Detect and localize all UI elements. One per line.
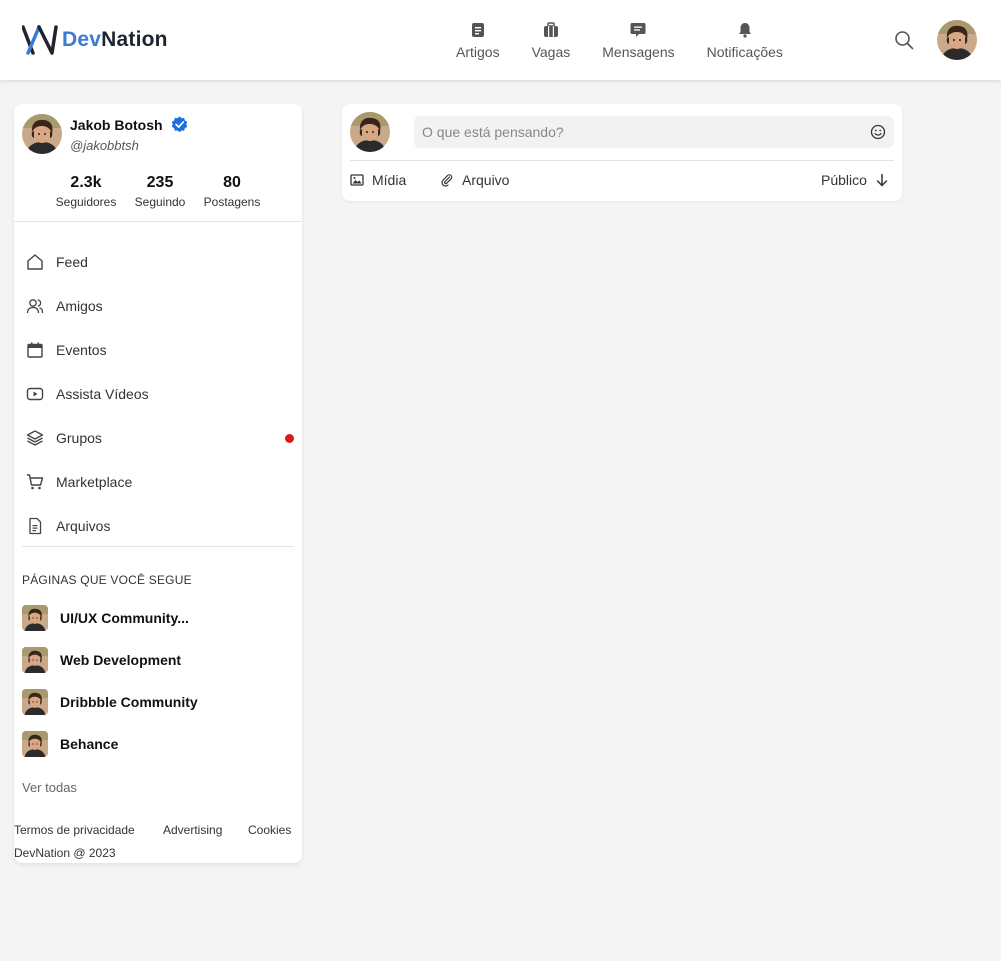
- footer-link-advertising[interactable]: Advertising: [163, 823, 222, 837]
- page-avatar: [22, 647, 48, 673]
- profile-avatar[interactable]: [22, 114, 62, 154]
- profile-name-text: Jakob Botosh: [70, 116, 163, 133]
- user-avatar[interactable]: [937, 20, 977, 60]
- logo-text: DevNation: [62, 28, 168, 52]
- stat-seguidores[interactable]: 2.3k Seguidores: [52, 174, 120, 209]
- page-avatar: [22, 605, 48, 631]
- page-label: Dribbble Community: [60, 694, 198, 710]
- visibility-label: Público: [821, 172, 867, 188]
- menu-label: Arquivos: [56, 518, 111, 534]
- calendar-icon: [26, 341, 44, 359]
- logo[interactable]: DevNation: [22, 24, 168, 56]
- nav-label: Mensagens: [602, 44, 675, 60]
- composer-avatar[interactable]: [350, 112, 390, 152]
- divider: [350, 160, 894, 161]
- menu-item-grupos[interactable]: Grupos: [14, 418, 302, 458]
- stat-postagens[interactable]: 80 Postagens: [200, 174, 264, 209]
- stat-label: Seguidores: [55, 195, 117, 209]
- menu-item-eventos[interactable]: Eventos: [14, 330, 302, 370]
- emoji-icon[interactable]: [870, 124, 886, 140]
- media-button[interactable]: Mídia: [350, 172, 406, 188]
- avatar-image: [22, 647, 48, 673]
- post-composer: Mídia Arquivo Público: [342, 104, 902, 201]
- avatar-image: [22, 605, 48, 631]
- avatar-image: [22, 731, 48, 757]
- media-label: Mídia: [372, 172, 407, 188]
- video-icon: [26, 385, 44, 403]
- menu-label: Eventos: [56, 342, 107, 358]
- logo-text-dev: Dev: [62, 28, 102, 51]
- menu-item-amigos[interactable]: Amigos: [14, 286, 302, 326]
- nav-item-notificacoes[interactable]: Notificações: [691, 22, 799, 60]
- left-sidebar: Jakob Botosh @jakobbtsh 2.3k Seguidores …: [14, 104, 302, 863]
- avatar-image: [350, 112, 390, 152]
- page-avatar: [22, 689, 48, 715]
- menu-label: Marketplace: [56, 474, 133, 490]
- stat-label: Seguindo: [134, 195, 186, 209]
- attach-label: Arquivo: [462, 172, 510, 188]
- top-header: DevNation Artigos Vagas Mensagens Notifi…: [0, 0, 1001, 80]
- menu-item-marketplace[interactable]: Marketplace: [14, 462, 302, 502]
- stat-value: 2.3k: [70, 174, 102, 191]
- divider: [14, 221, 302, 222]
- nav-label: Artigos: [456, 44, 500, 60]
- stat-label: Postagens: [203, 195, 261, 209]
- nav-item-vagas[interactable]: Vagas: [516, 22, 587, 60]
- visibility-select[interactable]: Público: [821, 172, 889, 188]
- menu-item-feed[interactable]: Feed: [14, 242, 302, 282]
- verified-badge-icon: [171, 116, 187, 133]
- footer-link-privacy[interactable]: Termos de privacidade: [14, 823, 135, 837]
- page-item[interactable]: Dribbble Community: [22, 689, 198, 715]
- menu-item-arquivos[interactable]: Arquivos: [14, 506, 302, 546]
- article-icon: [471, 23, 484, 37]
- logo-text-nation: Nation: [101, 28, 168, 51]
- bell-icon: [738, 23, 751, 38]
- page-label: Behance: [60, 736, 119, 752]
- main-nav: Artigos Vagas Mensagens Notificações: [440, 22, 799, 60]
- see-all-link[interactable]: Ver todas: [22, 780, 77, 795]
- menu-label: Assista Vídeos: [56, 386, 149, 402]
- message-icon: [630, 23, 646, 37]
- users-icon: [26, 297, 44, 315]
- menu-label: Feed: [56, 254, 88, 270]
- notification-dot: [285, 433, 294, 443]
- stat-seguindo[interactable]: 235 Seguindo: [130, 174, 190, 209]
- image-icon: [350, 174, 364, 186]
- nav-label: Notificações: [706, 44, 783, 60]
- stat-value: 80: [223, 174, 241, 191]
- profile-name[interactable]: Jakob Botosh: [70, 116, 188, 133]
- arrow-down-icon: [876, 173, 888, 187]
- menu-label: Grupos: [56, 430, 102, 446]
- attach-file-button[interactable]: Arquivo: [440, 172, 509, 188]
- page-label: Web Development: [60, 652, 182, 668]
- footer-link-cookies[interactable]: Cookies: [248, 823, 291, 837]
- cart-icon: [26, 473, 44, 491]
- file-icon: [26, 517, 44, 535]
- nav-label: Vagas: [531, 44, 571, 60]
- page-label: UI/UX Community...: [60, 610, 189, 626]
- page-item[interactable]: Web Development: [22, 647, 181, 673]
- paperclip-icon: [441, 174, 453, 187]
- avatar-image: [937, 20, 977, 60]
- menu-item-videos[interactable]: Assista Vídeos: [14, 374, 302, 414]
- divider: [22, 546, 294, 547]
- layers-icon: [26, 429, 44, 447]
- stat-value: 235: [146, 174, 174, 191]
- logo-mark-icon: [22, 25, 58, 55]
- copyright: DevNation @ 2023: [14, 846, 116, 860]
- page-avatar: [22, 731, 48, 757]
- profile-handle: @jakobbtsh: [70, 138, 139, 153]
- avatar-image: [22, 114, 62, 154]
- nav-item-artigos[interactable]: Artigos: [440, 22, 516, 60]
- page-item[interactable]: Behance: [22, 731, 118, 757]
- home-icon: [26, 253, 44, 271]
- briefcase-icon: [543, 22, 558, 37]
- search-icon[interactable]: [894, 30, 914, 50]
- avatar-image: [22, 689, 48, 715]
- section-title-pages: PÁGINAS QUE VOCÊ SEGUE: [22, 573, 192, 587]
- post-input[interactable]: [414, 116, 894, 148]
- nav-item-mensagens[interactable]: Mensagens: [586, 22, 690, 60]
- menu-label: Amigos: [56, 298, 103, 314]
- page-item[interactable]: UI/UX Community...: [22, 605, 189, 631]
